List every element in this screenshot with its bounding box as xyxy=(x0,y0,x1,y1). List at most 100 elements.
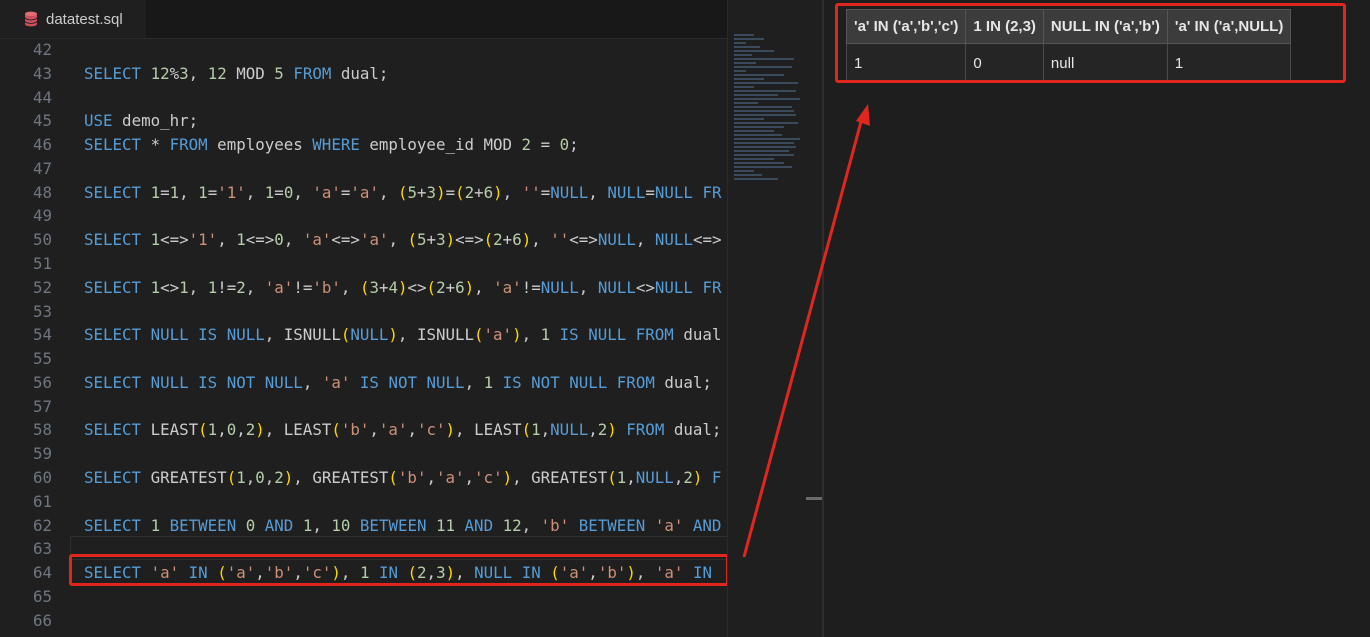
minimap-line xyxy=(734,126,784,128)
minimap-line xyxy=(734,34,754,36)
code-line[interactable]: 45 USE demo_hr; xyxy=(0,109,727,133)
minimap-line xyxy=(734,166,792,168)
line-number: 63 xyxy=(32,539,52,559)
code-line[interactable]: 47 xyxy=(0,157,727,181)
code-text[interactable]: SELECT 1<=>'1', 1<=>0, 'a'<=>'a', (5+3)<… xyxy=(84,228,722,252)
code-line[interactable]: 65 xyxy=(0,585,727,609)
code-text[interactable]: SELECT NULL IS NULL, ISNULL(NULL), ISNUL… xyxy=(84,323,721,347)
minimap-line xyxy=(734,46,760,48)
code-line[interactable]: 60 SELECT GREATEST(1,0,2), GREATEST('b','… xyxy=(0,466,727,490)
minimap-line xyxy=(734,142,794,144)
minimap-line xyxy=(734,86,754,88)
line-number: 42 xyxy=(32,40,52,59)
result-pane: 'a' IN ('a','b','c') 1 IN (2,3) NULL IN ('… xyxy=(824,0,1370,637)
code-text[interactable]: SELECT NULL IS NOT NULL, 'a' IS NOT NULL… xyxy=(84,371,712,395)
line-number: 64 xyxy=(32,563,52,583)
minimap-line xyxy=(734,54,752,56)
line-number: 60 xyxy=(32,468,52,488)
minimap-line xyxy=(734,98,800,100)
minimap-line xyxy=(734,130,774,132)
line-number: 65 xyxy=(32,586,52,606)
line-number: 46 xyxy=(32,135,52,155)
minimap-line xyxy=(734,110,794,112)
code-line[interactable]: 61 xyxy=(0,490,727,514)
code-line[interactable]: 53 xyxy=(0,300,727,324)
code-text[interactable]: USE demo_hr; xyxy=(84,109,198,133)
line-number: 45 xyxy=(32,111,52,131)
line-number: 53 xyxy=(32,301,52,321)
minimap-slider[interactable] xyxy=(806,497,822,500)
code-text[interactable]: SELECT 1<>1, 1!=2, 'a'!='b', (3+4)<>(2+6… xyxy=(84,276,721,300)
tab-filename: datatest.sql xyxy=(46,10,123,28)
line-number: 59 xyxy=(32,444,52,464)
minimap-line xyxy=(734,162,784,164)
minimap-line xyxy=(734,174,762,176)
code-line[interactable]: 43 SELECT 12%3, 12 MOD 5 FROM dual; xyxy=(0,62,727,86)
minimap-line xyxy=(734,90,796,92)
minimap-line xyxy=(734,146,796,148)
minimap-line xyxy=(734,122,798,124)
minimap-line xyxy=(734,106,792,108)
minimap-line xyxy=(734,138,800,140)
line-number: 54 xyxy=(32,325,52,345)
line-number: 50 xyxy=(32,230,52,250)
minimap-line xyxy=(734,150,789,152)
editor-pane[interactable]: datatest.sql 42 43 SELECT 12%3, 12 MOD 5 F… xyxy=(0,0,727,637)
code-text[interactable]: SELECT 1=1, 1='1', 1=0, 'a'='a', (5+3)=(… xyxy=(84,181,721,205)
minimap-line xyxy=(734,118,764,120)
line-number: 52 xyxy=(32,277,52,297)
line-number: 58 xyxy=(32,420,52,440)
tab-datatest-sql[interactable]: datatest.sql xyxy=(0,0,146,38)
code-line[interactable]: 50 SELECT 1<=>'1', 1<=>0, 'a'<=>'a', (5+3… xyxy=(0,228,727,252)
code-line[interactable]: 44 xyxy=(0,86,727,110)
minimap-line xyxy=(734,58,794,60)
minimap-line xyxy=(734,38,764,40)
minimap-line xyxy=(734,78,764,80)
code-line[interactable]: 55 xyxy=(0,347,727,371)
code-line[interactable]: 42 xyxy=(0,38,727,62)
line-number: 57 xyxy=(32,396,52,416)
code-line[interactable]: 66 xyxy=(0,609,727,633)
minimap-line xyxy=(734,82,798,84)
code-text[interactable]: SELECT GREATEST(1,0,2), GREATEST('b','a'… xyxy=(84,466,721,490)
line-number: 43 xyxy=(32,63,52,83)
minimap[interactable] xyxy=(727,0,823,637)
minimap-line xyxy=(734,74,784,76)
code-line[interactable]: 54 SELECT NULL IS NULL, ISNULL(NULL), ISN… xyxy=(0,323,727,347)
code-line[interactable]: 57 xyxy=(0,395,727,419)
minimap-line xyxy=(734,134,782,136)
minimap-line xyxy=(734,50,774,52)
line-number: 49 xyxy=(32,206,52,226)
line-number: 51 xyxy=(32,254,52,274)
code-line[interactable]: 48 SELECT 1=1, 1='1', 1=0, 'a'='a', (5+3)… xyxy=(0,181,727,205)
minimap-line xyxy=(734,102,758,104)
tab-bar: datatest.sql xyxy=(0,0,727,39)
line-number: 55 xyxy=(32,349,52,369)
code-line[interactable]: 51 xyxy=(0,252,727,276)
minimap-line xyxy=(734,178,778,180)
code-text[interactable]: SELECT * FROM employees WHERE employee_i… xyxy=(84,133,579,157)
minimap-line xyxy=(734,62,756,64)
line-number: 66 xyxy=(32,610,52,630)
line-number: 47 xyxy=(32,158,52,178)
code-line[interactable]: 56 SELECT NULL IS NOT NULL, 'a' IS NOT NU… xyxy=(0,371,727,395)
code-line[interactable]: 62 SELECT 1 BETWEEN 0 AND 1, 10 BETWEEN 1… xyxy=(0,514,727,538)
code-line[interactable]: 52 SELECT 1<>1, 1!=2, 'a'!='b', (3+4)<>(2… xyxy=(0,276,727,300)
minimap-line xyxy=(734,66,792,68)
line-number: 61 xyxy=(32,491,52,511)
minimap-line xyxy=(734,114,796,116)
code-highlight-box xyxy=(69,554,727,586)
code-line[interactable]: 49 xyxy=(0,204,727,228)
code-line[interactable]: 46 SELECT * FROM employees WHERE employee… xyxy=(0,133,727,157)
code-text[interactable]: SELECT 1 BETWEEN 0 AND 1, 10 BETWEEN 11 … xyxy=(84,514,721,538)
database-icon xyxy=(24,11,38,27)
minimap-line xyxy=(734,42,746,44)
line-number: 62 xyxy=(32,515,52,535)
minimap-line xyxy=(734,154,794,156)
result-highlight-box xyxy=(835,3,1346,83)
line-number: 44 xyxy=(32,87,52,107)
code-text[interactable]: SELECT 12%3, 12 MOD 5 FROM dual; xyxy=(84,62,388,86)
code-line[interactable]: 59 xyxy=(0,442,727,466)
code-line[interactable]: 58 SELECT LEAST(1,0,2), LEAST('b','a','c'… xyxy=(0,418,727,442)
code-text[interactable]: SELECT LEAST(1,0,2), LEAST('b','a','c'),… xyxy=(84,418,721,442)
